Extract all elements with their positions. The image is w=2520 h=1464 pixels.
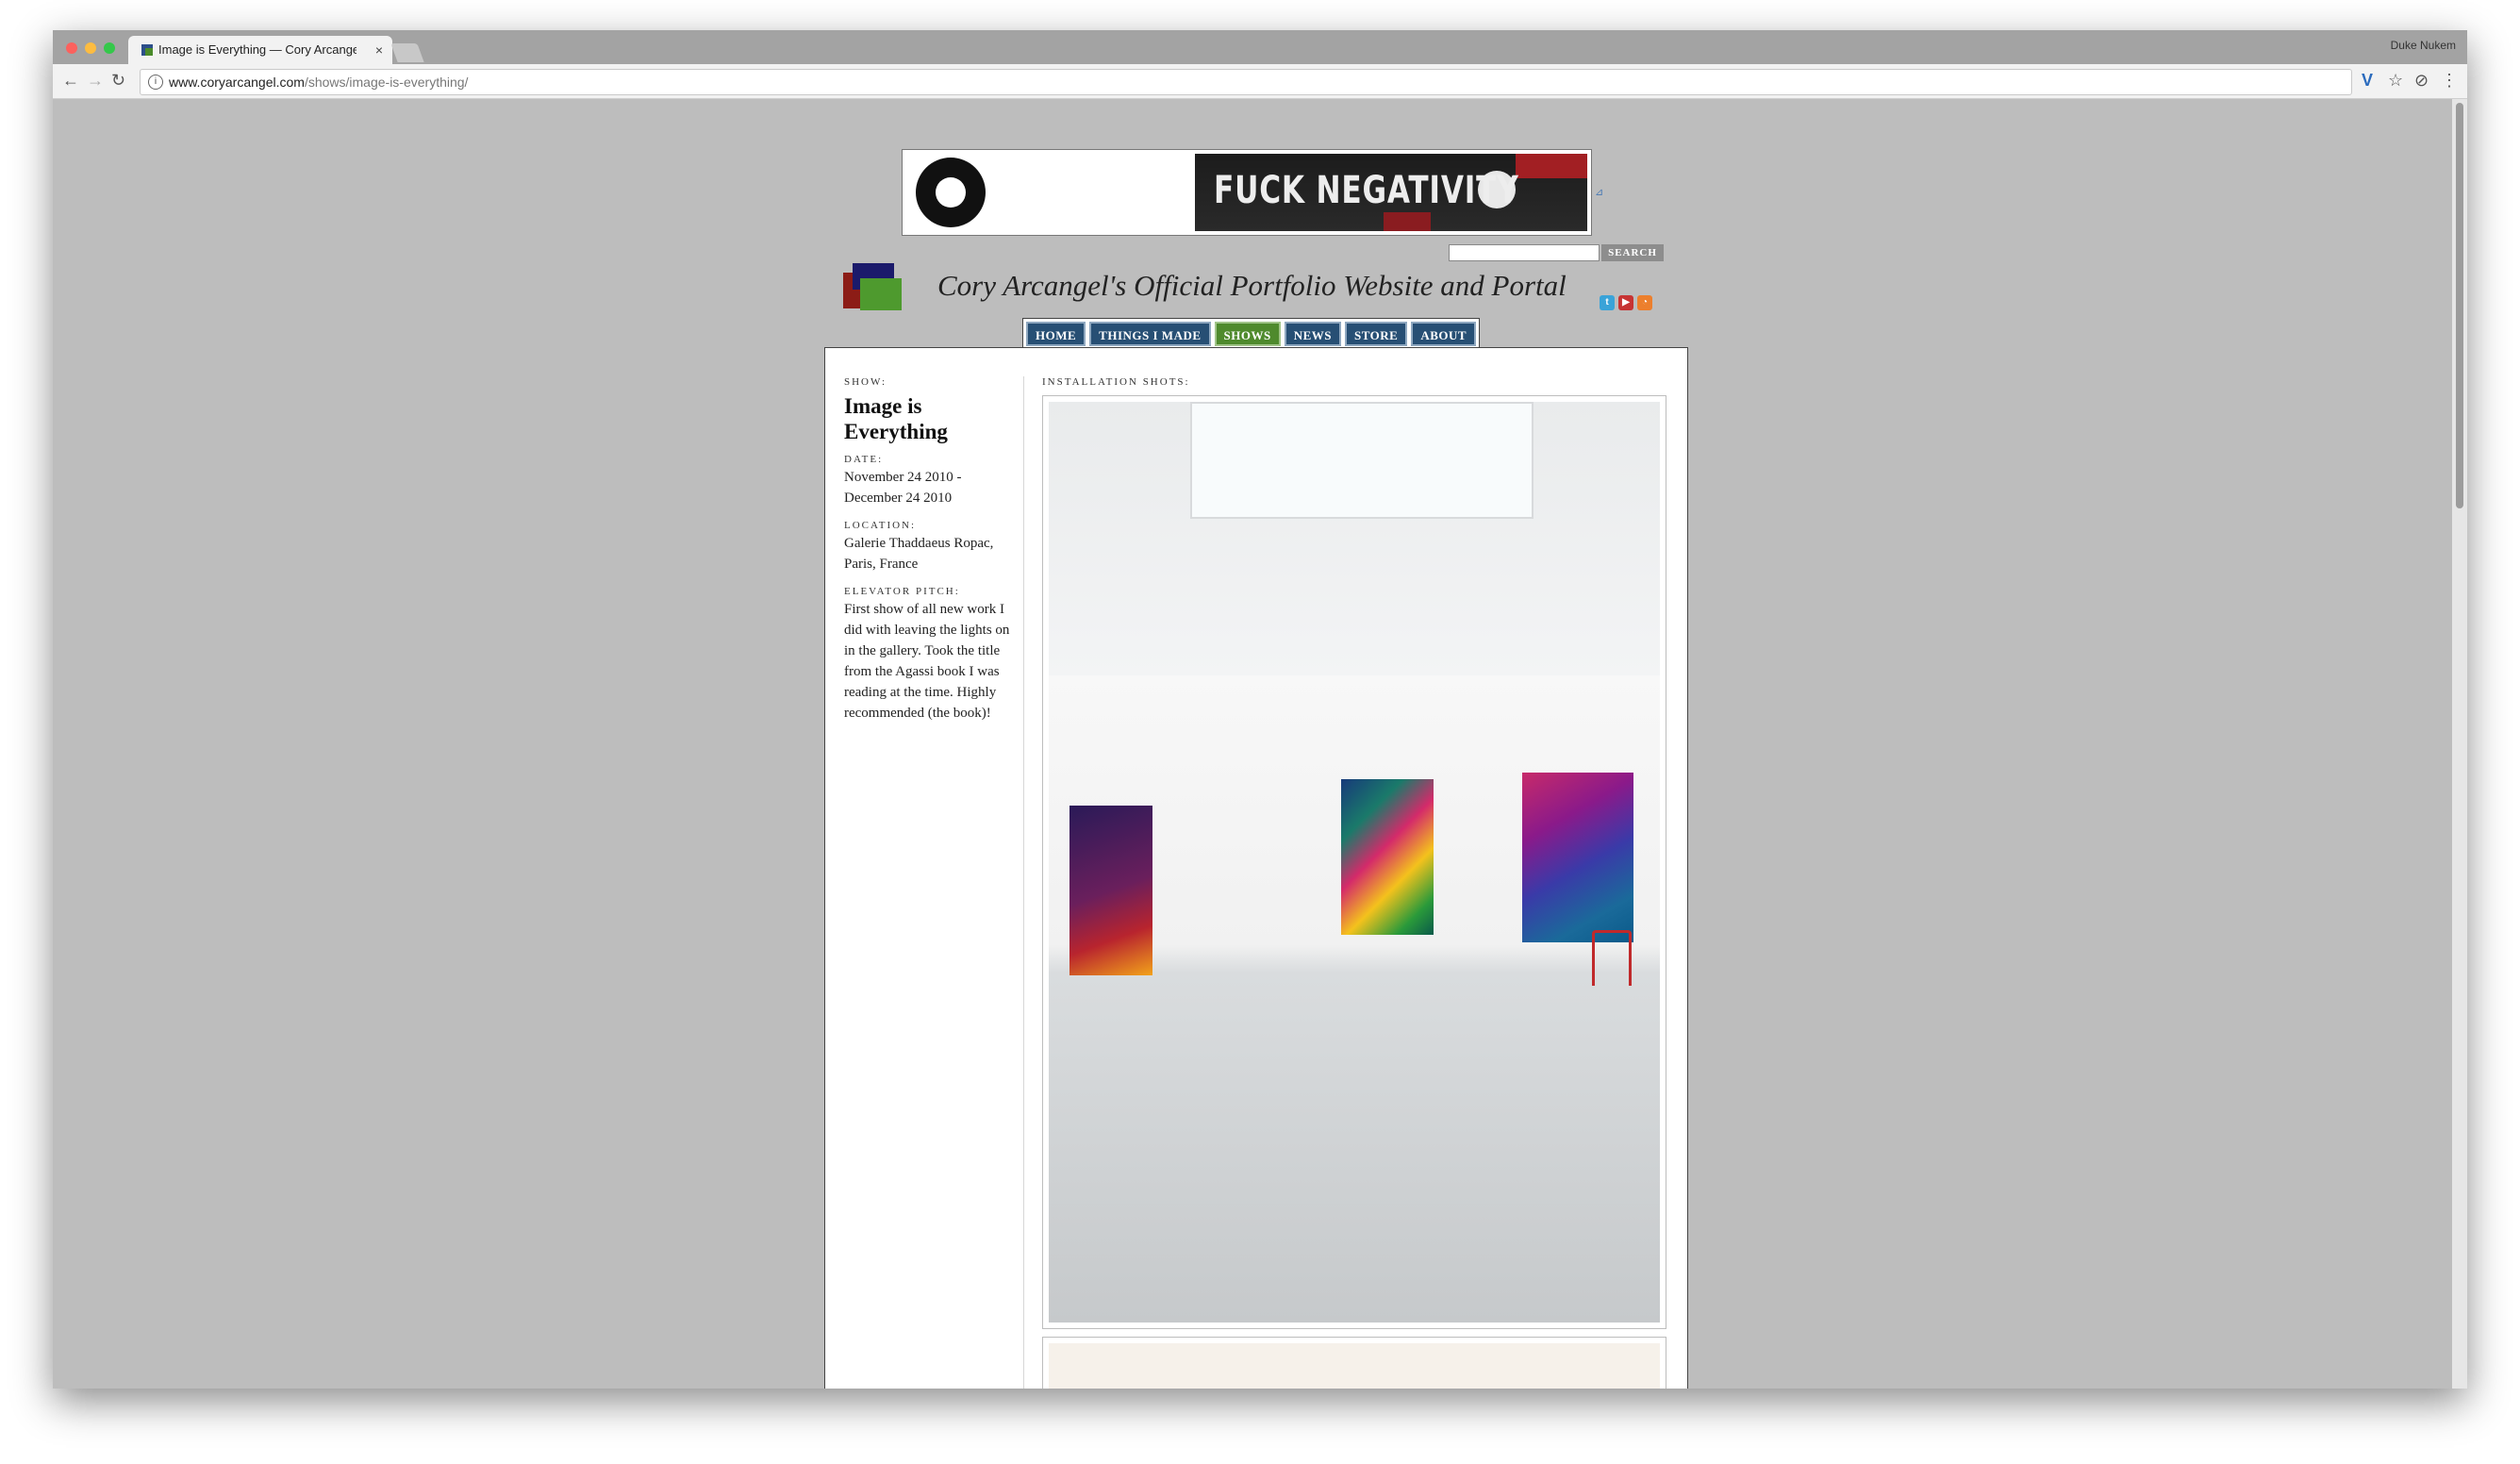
- show-title: Image is Everything: [844, 394, 948, 443]
- show-label: SHOW:: [844, 376, 887, 388]
- ad-banner[interactable]: FUCK NEGATIVITY ⊿: [902, 149, 1603, 236]
- twitter-icon[interactable]: t: [1600, 295, 1615, 310]
- logo-green-square: [860, 278, 902, 310]
- new-tab-button[interactable]: [390, 43, 424, 62]
- gallery-image: [1049, 402, 1660, 1323]
- minimize-window-button[interactable]: [85, 42, 96, 54]
- installation-photo[interactable]: [1042, 395, 1666, 1329]
- content-panel: SHOW: Image is Everything DATE: November…: [824, 347, 1688, 1389]
- nav-things-i-made[interactable]: THINGS I MADE: [1089, 322, 1211, 346]
- profile-name[interactable]: Duke Nukem: [2391, 39, 2456, 52]
- painting: [1069, 806, 1152, 975]
- scrollbar-thumb[interactable]: [2456, 103, 2463, 508]
- arcangel-surfware-logo: [916, 158, 986, 227]
- url-path: /shows/image-is-everything/: [304, 75, 469, 90]
- extension-v-icon[interactable]: V: [2362, 70, 2373, 91]
- column-divider: [1023, 376, 1024, 1389]
- reload-icon[interactable]: ↻: [111, 70, 125, 91]
- search-input[interactable]: [1449, 244, 1600, 261]
- date-label: DATE:: [844, 454, 884, 465]
- show-location: Galerie Thaddaeus Ropac, Paris, France: [844, 536, 994, 572]
- ad-image: FUCK NEGATIVITY: [1195, 154, 1587, 231]
- show-info-sidebar: SHOW: Image is Everything DATE: November…: [844, 376, 1014, 735]
- nav-about[interactable]: ABOUT: [1411, 322, 1477, 346]
- site-title[interactable]: Cory Arcangel's Official Portfolio Websi…: [937, 269, 1567, 303]
- info-icon[interactable]: i: [148, 75, 163, 90]
- tab-title: Image is Everything — Cory Arcangel: [158, 42, 356, 57]
- ad-red-strip: [1516, 154, 1587, 178]
- title-bar: Image is Everything — Cory Arcangel × Du…: [53, 30, 2467, 64]
- skylight: [1190, 402, 1534, 519]
- ad-choices-icon[interactable]: ⊿: [1595, 186, 1603, 198]
- browser-window: Image is Everything — Cory Arcangel × Du…: [53, 30, 2467, 1389]
- gallery-image: [1049, 1343, 1660, 1389]
- ad-red-strip: [1384, 212, 1431, 231]
- nav-news[interactable]: NEWS: [1284, 322, 1342, 346]
- nav-store[interactable]: STORE: [1345, 322, 1408, 346]
- pitch-label: ELEVATOR PITCH:: [844, 586, 960, 597]
- installation-label: INSTALLATION SHOTS:: [1042, 376, 1190, 388]
- url-host: www.coryarcangel.com: [169, 75, 305, 90]
- painting: [1522, 773, 1633, 942]
- page-viewport: FUCK NEGATIVITY ⊿ SEARCH Cory Arcangel's…: [53, 99, 2452, 1389]
- installation-photo[interactable]: [1042, 1337, 1666, 1389]
- scrollbar[interactable]: [2452, 99, 2467, 1389]
- browser-tab[interactable]: Image is Everything — Cory Arcangel ×: [128, 36, 392, 64]
- location-label: LOCATION:: [844, 520, 917, 531]
- favicon-icon: [141, 44, 153, 56]
- extension-icon[interactable]: ⊘: [2414, 70, 2429, 91]
- main-nav: HOME THINGS I MADE SHOWS NEWS STORE ABOUT: [1022, 318, 1481, 348]
- tab-close-icon[interactable]: ×: [375, 36, 383, 64]
- show-date: November 24 2010 - December 24 2010: [844, 470, 962, 506]
- show-pitch: First show of all new work I did with le…: [844, 602, 1010, 721]
- back-arrow-icon[interactable]: ←: [62, 70, 79, 91]
- red-chair: [1592, 930, 1632, 986]
- painting: [1341, 779, 1434, 935]
- nav-home[interactable]: HOME: [1026, 322, 1086, 346]
- forward-arrow-icon[interactable]: →: [87, 70, 104, 91]
- ad-text: FUCK NEGATIVITY: [1214, 169, 1519, 212]
- search-button[interactable]: SEARCH: [1601, 244, 1664, 261]
- nav-shows[interactable]: SHOWS: [1214, 322, 1281, 346]
- url-text[interactable]: www.coryarcangel.com/shows/image-is-ever…: [169, 75, 468, 90]
- browser-toolbar: ← → ↻ i www.coryarcangel.com/shows/image…: [53, 64, 2467, 99]
- menu-dots-icon[interactable]: ⋮: [2441, 70, 2458, 91]
- bookmark-star-icon[interactable]: ☆: [2388, 70, 2403, 91]
- rss-icon[interactable]: ◔: [1637, 295, 1652, 310]
- close-window-button[interactable]: [66, 42, 77, 54]
- zoom-window-button[interactable]: [104, 42, 115, 54]
- youtube-icon[interactable]: ▶: [1618, 295, 1633, 310]
- address-bar[interactable]: i www.coryarcangel.com/shows/image-is-ev…: [140, 69, 2352, 95]
